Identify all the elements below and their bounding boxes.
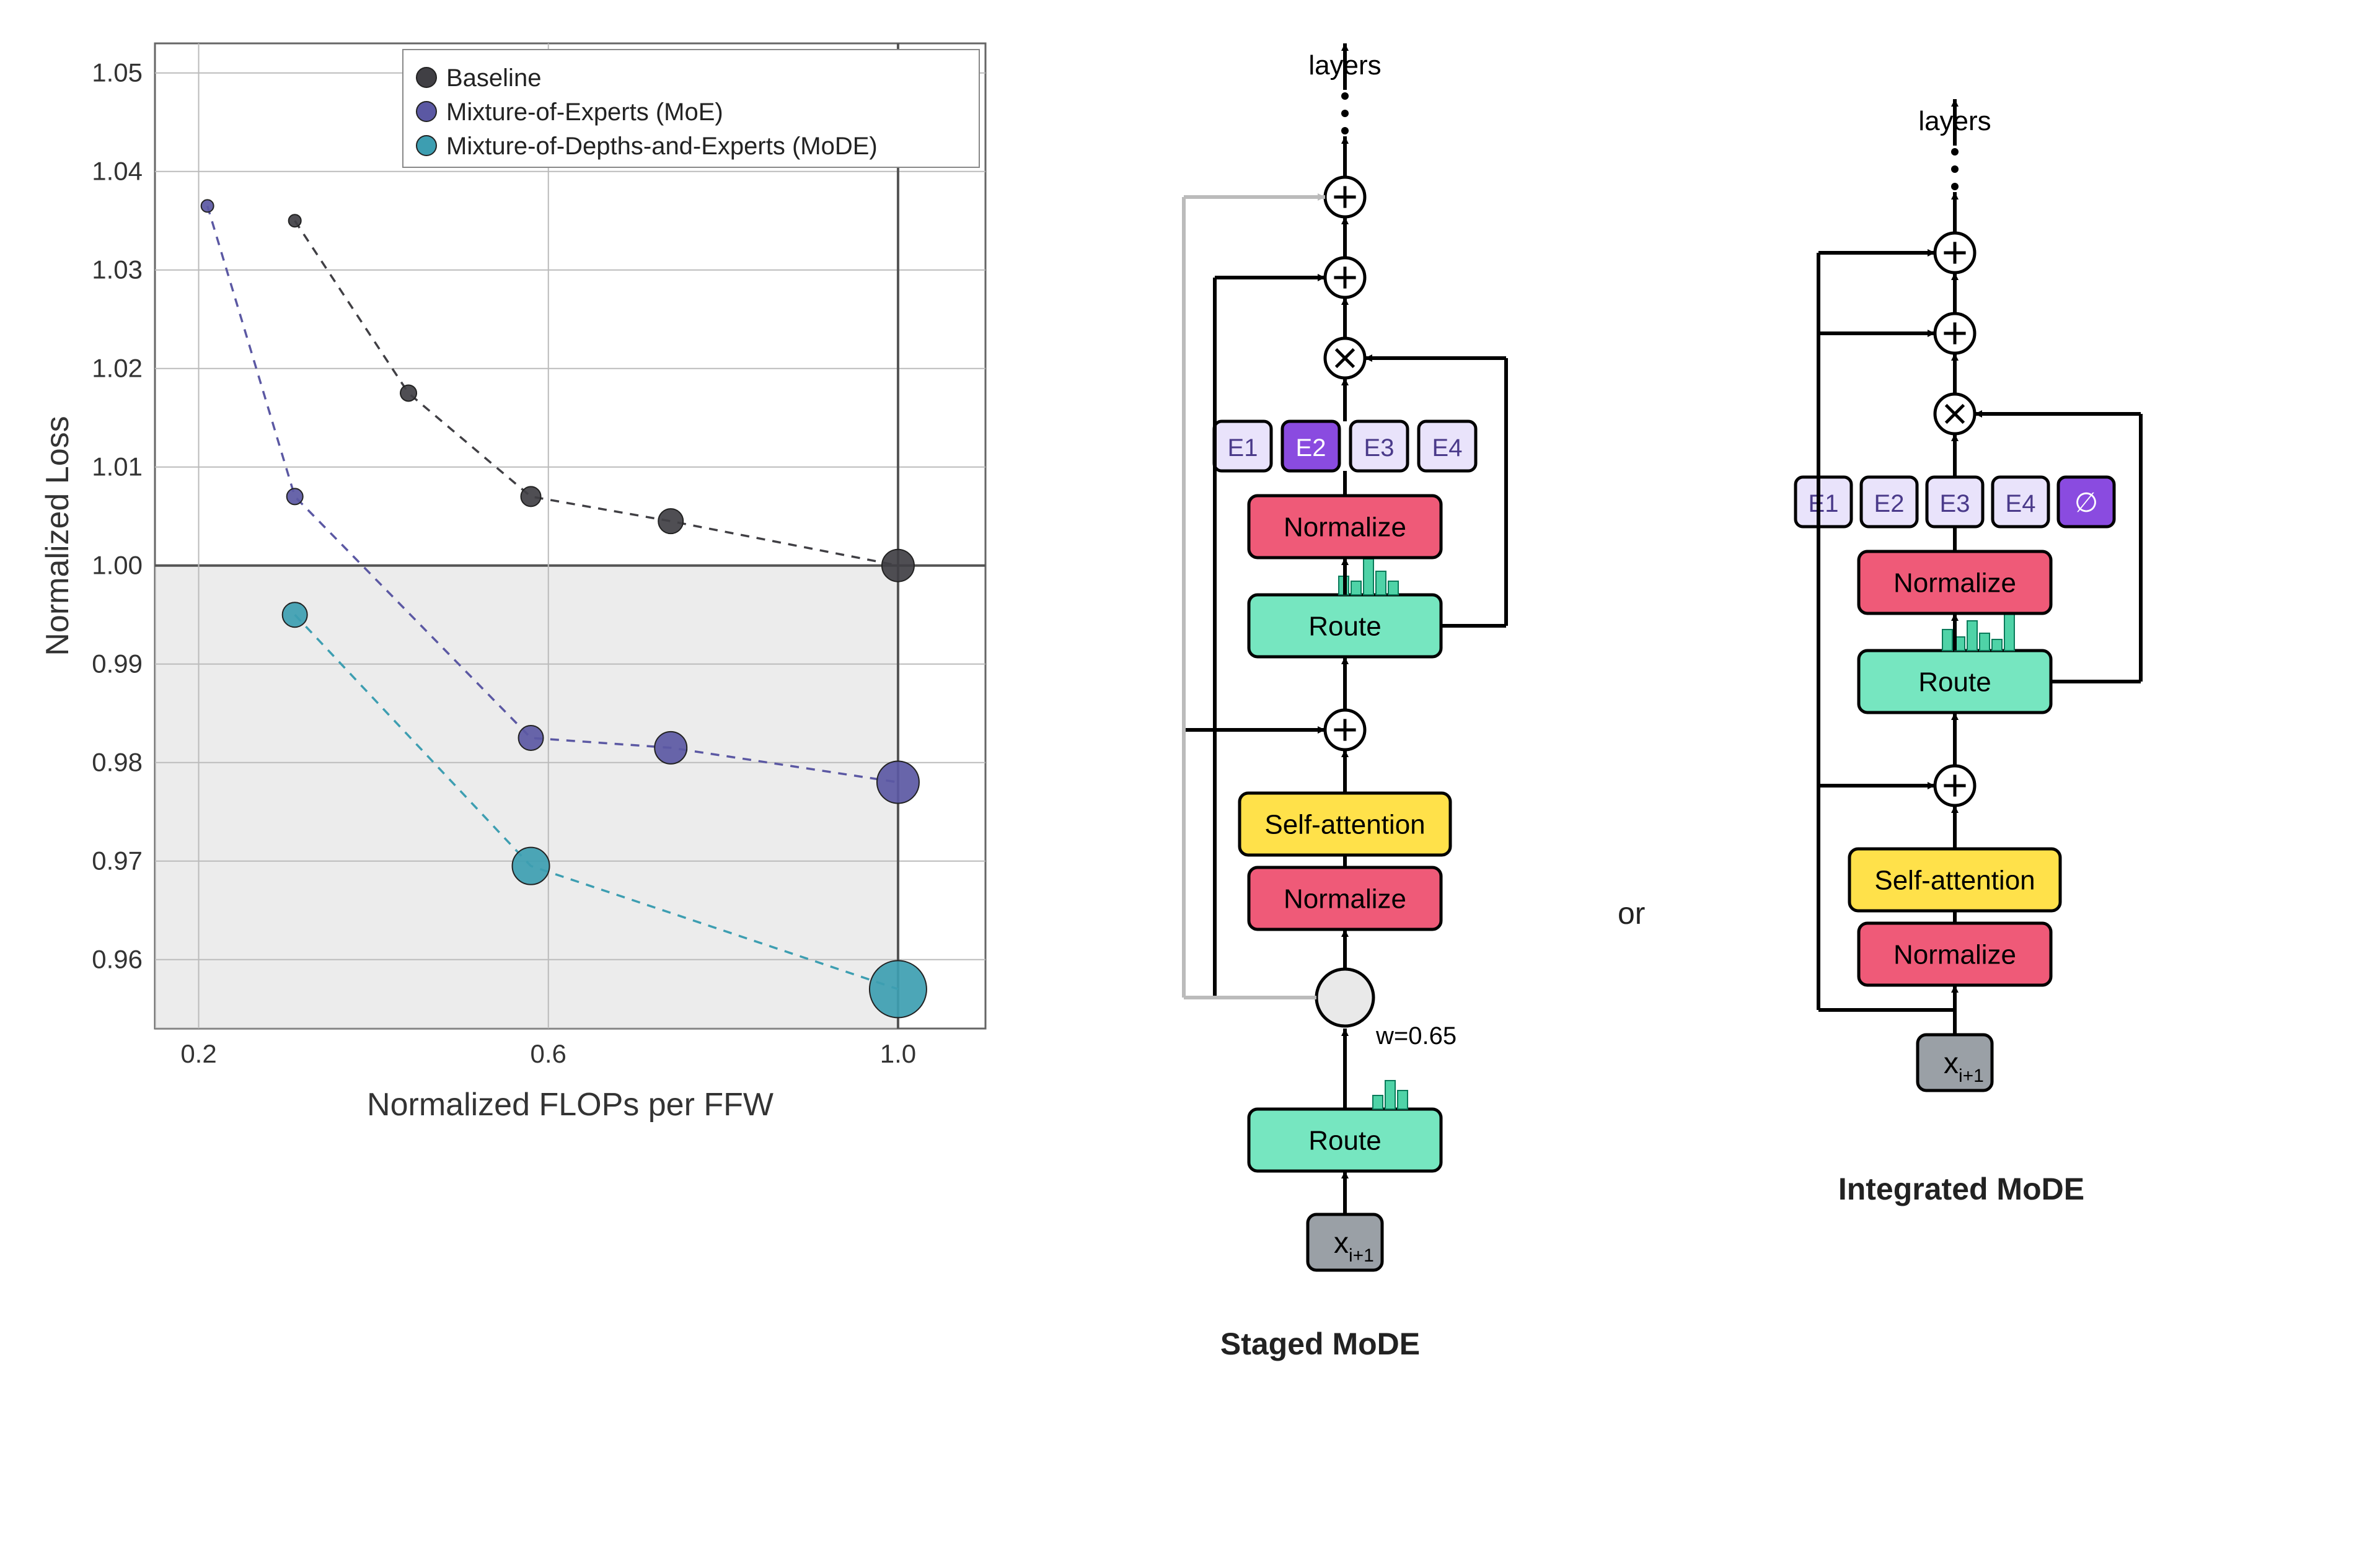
legend-label: Mixture-of-Depths-and-Experts (MoDE) [446, 133, 878, 160]
x-tick-label: 0.6 [531, 1039, 566, 1068]
y-tick-label: 1.02 [92, 354, 143, 383]
flops-vs-loss-chart: 0.96 0.97 0.98 0.99 1.00 1.01 1.02 1.03 1.04 1.05… [25, 25, 1016, 1140]
route-bar [1980, 633, 1990, 651]
vdots [1951, 148, 1959, 156]
y-tick-label: 0.97 [92, 846, 143, 875]
x-tick-label: 0.2 [180, 1039, 216, 1068]
y-tick-label: 1.01 [92, 452, 143, 481]
route-bar [1351, 581, 1361, 595]
route-block-label: Route [1919, 667, 1991, 697]
series-point [882, 550, 914, 582]
y-axis-label: Normalized Loss [40, 416, 76, 656]
expert-label: E3 [1364, 434, 1395, 462]
normalize-upper-label: Normalize [1893, 568, 2016, 598]
legend-label: Baseline [446, 64, 541, 92]
legend-swatch [416, 136, 436, 156]
x-axis-label: Normalized FLOPs per FFW [367, 1087, 774, 1123]
expert-label: E1 [1228, 434, 1258, 462]
x-tick-label: 1.0 [880, 1039, 916, 1068]
series-point [400, 385, 416, 401]
y-tick-label: 0.98 [92, 748, 143, 777]
input-sub: i+1 [1959, 1066, 1984, 1086]
route-bar [1942, 630, 1952, 651]
route-bar [1376, 571, 1386, 595]
integrated-diagram: xi+1 Normalize Self-attention Route Normaliz… [1732, 31, 2190, 1207]
vdots [1951, 165, 1959, 173]
series-point [877, 761, 919, 804]
series-point [513, 848, 550, 885]
route-bar [2004, 613, 2014, 651]
legend-swatch [416, 68, 436, 87]
vdots [1951, 183, 1959, 190]
y-tick-label: 1.00 [92, 551, 143, 580]
expert-label: E4 [2006, 490, 2036, 517]
input-label: x [1334, 1227, 1349, 1260]
legend-swatch [416, 102, 436, 121]
vdots [1341, 127, 1349, 134]
normalize-upper-label: Normalize [1284, 512, 1406, 542]
vdots [1341, 92, 1349, 100]
self-attention-label: Self-attention [1264, 809, 1425, 840]
route-bar [1388, 581, 1398, 595]
expert-label: E4 [1432, 434, 1463, 462]
y-tick-label: 1.03 [92, 255, 143, 284]
expert-label: E3 [1940, 490, 1970, 517]
integrated-mode-svg: xi+1 Normalize Self-attention Route Normaliz… [1732, 31, 2190, 1146]
y-tick-label: 1.04 [92, 157, 143, 186]
series-line [295, 221, 898, 566]
series-point [870, 960, 927, 1017]
chart-panel: 0.96 0.97 0.98 0.99 1.00 1.01 1.02 1.03 1.04 1.05… [25, 25, 1016, 1143]
route-bar [1992, 639, 2002, 651]
normalize-lower-label: Normalize [1893, 939, 2016, 970]
route-block-lower-label: Route [1308, 1125, 1381, 1156]
or-label: or [1618, 895, 1645, 931]
series-point [658, 509, 683, 533]
self-attention-label: Self-attention [1875, 865, 2035, 895]
input-sub: i+1 [1349, 1245, 1374, 1266]
staged-title: Staged MoDE [1220, 1326, 1420, 1362]
series-point [654, 732, 687, 764]
noop-label: ∅ [2074, 488, 2098, 518]
route-bar [1364, 559, 1373, 595]
y-tick-label: 0.96 [92, 945, 143, 974]
integrated-title: Integrated MoDE [1838, 1171, 2084, 1207]
diagrams-panel: xi+1Routew=0.65NormalizeSelf-attentionRo… [1109, 25, 2355, 1362]
y-tick-label: 1.05 [92, 58, 143, 87]
normalize-lower-label: Normalize [1284, 884, 1406, 914]
expert-label: E2 [1296, 434, 1326, 462]
series-point [283, 602, 307, 627]
route-bar [1398, 1090, 1408, 1109]
route-bar [1967, 621, 1977, 651]
input-label: x [1944, 1047, 1959, 1080]
legend-label: Mixture-of-Experts (MoE) [446, 99, 723, 126]
series-point [289, 214, 301, 227]
staged-mode-svg: xi+1 Route w=0.65 Normalize Self-attention Ro… [1109, 31, 1531, 1301]
branch-junction [1316, 969, 1373, 1026]
figure-container: 0.96 0.97 0.98 0.99 1.00 1.01 1.02 1.03 1.04 1.05… [25, 25, 2355, 1524]
expert-label: E1 [1809, 490, 1839, 517]
series-point [521, 486, 541, 506]
series-point [201, 200, 214, 212]
expert-label: E2 [1874, 490, 1905, 517]
series-point [287, 488, 303, 504]
route-bar [1373, 1095, 1383, 1109]
staged-diagram: xi+1 Route w=0.65 Normalize Self-attention Ro… [1109, 31, 1531, 1362]
vdots [1341, 110, 1349, 117]
route-bar [1385, 1081, 1395, 1109]
y-tick-label: 0.99 [92, 649, 143, 678]
route-block-upper-label: Route [1308, 611, 1381, 641]
weight-label: w=0.65 [1375, 1022, 1457, 1050]
series-point [519, 726, 544, 750]
